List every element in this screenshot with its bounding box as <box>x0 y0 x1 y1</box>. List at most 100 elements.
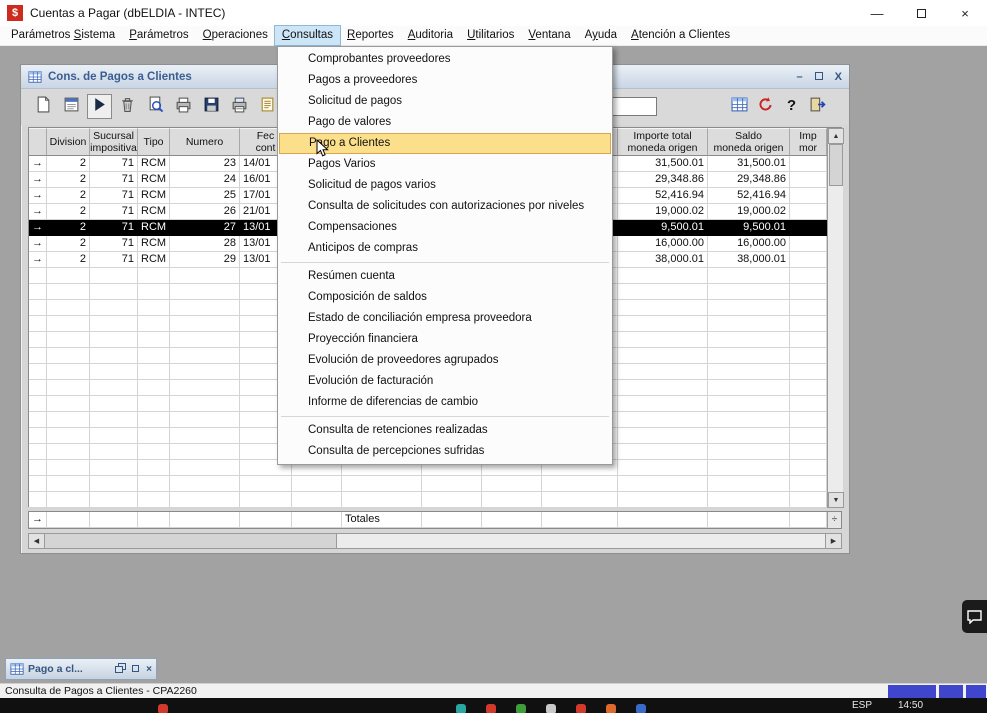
cell-c7[interactable]: Totales <box>342 512 422 528</box>
cell-importe[interactable] <box>618 332 708 348</box>
cell-tipo[interactable]: RCM <box>138 220 170 236</box>
cell-fecha[interactable] <box>240 512 292 528</box>
taskbar-app-icon[interactable] <box>546 704 556 713</box>
help-button[interactable]: ? <box>779 94 804 119</box>
taskbar-app-icon[interactable] <box>158 704 168 713</box>
cell-importe[interactable] <box>618 396 708 412</box>
cell-numero[interactable] <box>170 412 240 428</box>
cell-imp[interactable] <box>790 252 827 268</box>
cell-importe[interactable]: 19,000.02 <box>618 204 708 220</box>
cell-saldo[interactable]: 19,000.02 <box>708 204 790 220</box>
menu-item-consulta-de-percepciones-sufridas[interactable]: Consulta de percepciones sufridas <box>278 441 612 462</box>
cell-division[interactable]: 2 <box>47 188 90 204</box>
cell-tipo[interactable] <box>138 300 170 316</box>
cell-sucursal[interactable] <box>90 476 138 492</box>
cell-numero[interactable] <box>170 380 240 396</box>
column-header-division[interactable]: Division <box>47 128 90 156</box>
vertical-scroll-thumb[interactable] <box>829 144 843 186</box>
taskbar-app-icon[interactable] <box>456 704 466 713</box>
cell-importe[interactable]: 29,348.86 <box>618 172 708 188</box>
cell-saldo[interactable] <box>708 316 790 332</box>
close-button[interactable]: × <box>943 0 987 26</box>
scroll-down-icon[interactable]: ▼ <box>828 492 844 508</box>
cell-numero[interactable]: 25 <box>170 188 240 204</box>
cell-division[interactable] <box>47 300 90 316</box>
horizontal-scroll-thumb[interactable] <box>45 534 337 548</box>
cell-numero[interactable] <box>170 348 240 364</box>
menubar-item-ventana[interactable]: Ventana <box>521 26 577 45</box>
cell-imp[interactable] <box>790 492 827 508</box>
cell-numero[interactable]: 29 <box>170 252 240 268</box>
cell-sucursal[interactable] <box>90 364 138 380</box>
cell-numero[interactable] <box>170 316 240 332</box>
cell-imp[interactable] <box>790 364 827 380</box>
cell-c9[interactable] <box>482 492 542 508</box>
cell-tipo[interactable] <box>138 364 170 380</box>
mini-close-button[interactable]: × <box>146 664 152 675</box>
menubar-item-parametros[interactable]: Parámetros <box>122 26 195 45</box>
minimize-button[interactable]: — <box>855 0 899 26</box>
cell-tipo[interactable] <box>138 380 170 396</box>
cell-tipo[interactable] <box>138 492 170 508</box>
cell-c6[interactable] <box>292 492 342 508</box>
menu-item-pagos-a-proveedores[interactable]: Pagos a proveedores <box>278 70 612 91</box>
cell-numero[interactable] <box>170 364 240 380</box>
cell-c9[interactable] <box>482 476 542 492</box>
cell-division[interactable]: 2 <box>47 204 90 220</box>
chat-bubble-handle[interactable] <box>962 600 987 633</box>
cell-sucursal[interactable] <box>90 284 138 300</box>
menu-item-composicion-de-saldos[interactable]: Composición de saldos <box>278 287 612 308</box>
menubar-item-consultas[interactable]: Consultas <box>275 26 340 45</box>
menu-item-evolucion-de-facturacion[interactable]: Evolución de facturación <box>278 371 612 392</box>
menu-item-solicitud-de-pagos-varios[interactable]: Solicitud de pagos varios <box>278 175 612 196</box>
cell-c9[interactable] <box>482 512 542 528</box>
cell-saldo[interactable] <box>708 428 790 444</box>
menu-item-pago-de-valores[interactable]: Pago de valores <box>278 112 612 133</box>
cell-numero[interactable]: 26 <box>170 204 240 220</box>
vertical-scrollbar[interactable]: ▲ ▼ <box>827 128 843 508</box>
cell-importe[interactable] <box>618 412 708 428</box>
cell-imp[interactable] <box>790 396 827 412</box>
cell-c6[interactable] <box>292 476 342 492</box>
cell-division[interactable] <box>47 460 90 476</box>
cell-division[interactable] <box>47 268 90 284</box>
cell-saldo[interactable]: 29,348.86 <box>708 172 790 188</box>
cell-importe[interactable] <box>618 364 708 380</box>
cell-sucursal[interactable]: 71 <box>90 172 138 188</box>
menubar-item-ayuda[interactable]: Ayuda <box>578 26 624 45</box>
cell-numero[interactable] <box>170 284 240 300</box>
cell-saldo[interactable]: 31,500.01 <box>708 156 790 172</box>
cell-sucursal[interactable]: 71 <box>90 252 138 268</box>
cell-tipo[interactable]: RCM <box>138 252 170 268</box>
cell-numero[interactable] <box>170 268 240 284</box>
cell-sucursal[interactable] <box>90 380 138 396</box>
new-record-button[interactable] <box>31 94 56 119</box>
cell-importe[interactable] <box>618 284 708 300</box>
cell-tipo[interactable] <box>138 348 170 364</box>
taskbar-clock[interactable]: 14:50 <box>898 700 923 711</box>
menubar-item-parametros-sistema[interactable]: Parámetros Sistema <box>4 26 122 45</box>
maximize-button[interactable] <box>899 0 943 26</box>
cell-sucursal[interactable] <box>90 460 138 476</box>
save-button[interactable] <box>199 94 224 119</box>
column-header-sucursal-impositiva[interactable]: Sucursal impositiva <box>90 128 138 156</box>
menu-item-informe-de-diferencias-de-cambio[interactable]: Informe de diferencias de cambio <box>278 392 612 413</box>
cell-division[interactable]: 2 <box>47 172 90 188</box>
cell-imp[interactable] <box>790 316 827 332</box>
cell-importe[interactable] <box>618 460 708 476</box>
cell-division[interactable] <box>47 316 90 332</box>
cell-numero[interactable]: 24 <box>170 172 240 188</box>
cell-numero[interactable]: 27 <box>170 220 240 236</box>
grid-totals-row[interactable]: →Totales <box>29 512 827 528</box>
taskbar-app-icon[interactable] <box>606 704 616 713</box>
cell-division[interactable]: 2 <box>47 236 90 252</box>
cell-saldo[interactable] <box>708 300 790 316</box>
exit-button[interactable] <box>805 94 830 119</box>
menu-item-resumen-cuenta[interactable]: Resúmen cuenta <box>278 266 612 287</box>
cell-tipo[interactable]: RCM <box>138 172 170 188</box>
cell-importe[interactable]: 38,000.01 <box>618 252 708 268</box>
menubar-item-utilitarios[interactable]: Utilitarios <box>460 26 521 45</box>
cell-tipo[interactable]: RCM <box>138 156 170 172</box>
cell-sucursal[interactable]: 71 <box>90 220 138 236</box>
cell-importe[interactable] <box>618 380 708 396</box>
